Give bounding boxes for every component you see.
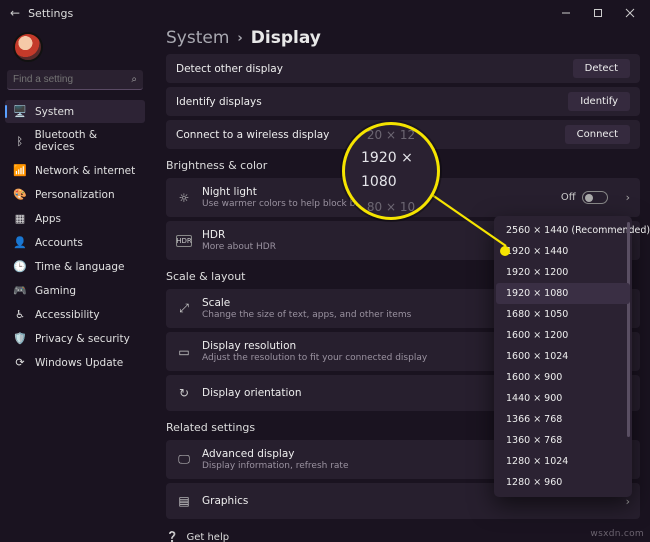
sidebar-item-system[interactable]: 🖥️ System xyxy=(5,100,145,123)
night-light-toggle[interactable]: Off xyxy=(561,191,608,204)
nav-icon: ⟳ xyxy=(13,356,27,369)
resolution-option[interactable]: 1920 × 1200 xyxy=(496,262,630,283)
nav-label: Time & language xyxy=(35,261,124,273)
sidebar-item-time-language[interactable]: 🕒 Time & language xyxy=(5,255,145,278)
back-icon[interactable]: ← xyxy=(10,6,20,20)
minimize-button[interactable] xyxy=(550,1,582,25)
nav-label: Gaming xyxy=(35,285,76,297)
sidebar-item-gaming[interactable]: 🎮 Gaming xyxy=(5,279,145,302)
close-button[interactable] xyxy=(614,1,646,25)
resolution-option[interactable]: 1600 × 900 xyxy=(496,367,630,388)
search-icon: ⌕ xyxy=(131,74,137,85)
nav-label: Bluetooth & devices xyxy=(35,129,137,153)
nav-icon: 🖥️ xyxy=(13,105,27,118)
display-action-row: Identify displays Identify xyxy=(166,87,640,116)
night-light-icon: ☼ xyxy=(176,191,192,205)
chevron-right-icon: › xyxy=(626,191,630,204)
resolution-option[interactable]: 1600 × 1024 xyxy=(496,346,630,367)
nav-icon: 🕒 xyxy=(13,260,27,273)
resolution-dropdown[interactable]: 2560 × 1440 (Recommended)1920 × 14401920… xyxy=(494,216,632,497)
sidebar-item-apps[interactable]: ▦ Apps xyxy=(5,207,145,230)
help-icon: ❔ xyxy=(166,532,178,542)
night-light-title: Night light xyxy=(202,186,551,198)
detect-button[interactable]: Detect xyxy=(573,59,630,78)
orientation-icon: ↻ xyxy=(176,386,192,400)
watermark: wsxdn.com xyxy=(590,529,644,539)
resolution-option[interactable]: 1920 × 1080 xyxy=(496,283,630,304)
nav-icon: 🎨 xyxy=(13,188,27,201)
toggle-label: Off xyxy=(561,192,576,203)
nav-icon: 🛡️ xyxy=(13,332,27,345)
nav-label: System xyxy=(35,106,74,118)
window-title: Settings xyxy=(28,7,73,20)
resolution-option[interactable]: 1280 × 1024 xyxy=(496,451,630,472)
nav-icon: 👤 xyxy=(13,236,27,249)
sidebar-nav: 🖥️ System ᛒ Bluetooth & devices 📶 Network & i… xyxy=(5,100,145,374)
search-input[interactable] xyxy=(13,74,113,85)
nav-label: Accounts xyxy=(35,237,83,249)
resolution-option[interactable]: 1920 × 1440 xyxy=(496,241,630,262)
resolution-option[interactable]: 1440 × 900 xyxy=(496,388,630,409)
section-brightness-title: Brightness & color xyxy=(166,159,640,172)
resolution-option[interactable]: 1600 × 1200 xyxy=(496,325,630,346)
nav-label: Windows Update xyxy=(35,357,123,369)
get-help-link[interactable]: ❔ Get help xyxy=(166,529,640,542)
night-light-row[interactable]: ☼ Night light Use warmer colors to help … xyxy=(166,178,640,217)
nav-label: Personalization xyxy=(35,189,115,201)
hdr-icon: HDR xyxy=(176,235,192,247)
nav-icon: 📶 xyxy=(13,164,27,177)
sidebar-item-privacy-security[interactable]: 🛡️ Privacy & security xyxy=(5,327,145,350)
graphics-icon: ▤ xyxy=(176,494,192,508)
nav-label: Accessibility xyxy=(35,309,100,321)
resolution-option[interactable]: 2560 × 1440 (Recommended) xyxy=(496,220,630,241)
sidebar-item-accessibility[interactable]: ♿ Accessibility xyxy=(5,303,145,326)
get-help-label: Get help xyxy=(186,532,229,542)
resolution-option[interactable]: 1280 × 960 xyxy=(496,472,630,493)
resolution-option[interactable]: 1360 × 768 xyxy=(496,430,630,451)
night-light-sub: Use warmer colors to help block blue lig… xyxy=(202,199,551,209)
sidebar-item-bluetooth-devices[interactable]: ᛒ Bluetooth & devices xyxy=(5,124,145,158)
chevron-right-icon: › xyxy=(237,31,242,46)
nav-icon: 🎮 xyxy=(13,284,27,297)
nav-icon: ▦ xyxy=(13,212,27,225)
sidebar-item-personalization[interactable]: 🎨 Personalization xyxy=(5,183,145,206)
nav-label: Privacy & security xyxy=(35,333,130,345)
identify-button[interactable]: Identify xyxy=(568,92,630,111)
connect-button[interactable]: Connect xyxy=(565,125,630,144)
avatar[interactable] xyxy=(13,32,43,62)
resolution-option[interactable]: 1680 × 1050 xyxy=(496,304,630,325)
nav-label: Apps xyxy=(35,213,61,225)
monitor-icon: 🖵 xyxy=(176,452,192,467)
scale-icon: ⤢ xyxy=(176,301,192,316)
sidebar-item-windows-update[interactable]: ⟳ Windows Update xyxy=(5,351,145,374)
resolution-option[interactable]: 1366 × 768 xyxy=(496,409,630,430)
resolution-icon: ▭ xyxy=(176,345,192,359)
search-box[interactable]: ⌕ xyxy=(7,70,143,90)
sidebar-item-accounts[interactable]: 👤 Accounts xyxy=(5,231,145,254)
display-action-row: Detect other display Detect xyxy=(166,54,640,83)
nav-icon: ᛒ xyxy=(13,135,27,148)
row-title: Identify displays xyxy=(176,96,558,108)
breadcrumb-parent[interactable]: System xyxy=(166,28,229,48)
sidebar: ⌕ 🖥️ System ᛒ Bluetooth & devices 📶 Network &… xyxy=(0,26,150,542)
nav-icon: ♿ xyxy=(13,308,27,321)
nav-label: Network & internet xyxy=(35,165,135,177)
display-action-row: Connect to a wireless display Connect xyxy=(166,120,640,149)
scrollbar[interactable] xyxy=(627,222,630,491)
breadcrumb-current: Display xyxy=(251,28,321,48)
row-title: Detect other display xyxy=(176,63,563,75)
sidebar-item-network-internet[interactable]: 📶 Network & internet xyxy=(5,159,145,182)
maximize-button[interactable] xyxy=(582,1,614,25)
row-title: Connect to a wireless display xyxy=(176,129,555,141)
breadcrumb: System › Display xyxy=(166,28,640,48)
main-content: System › Display Detect other displayDet… xyxy=(150,26,650,542)
